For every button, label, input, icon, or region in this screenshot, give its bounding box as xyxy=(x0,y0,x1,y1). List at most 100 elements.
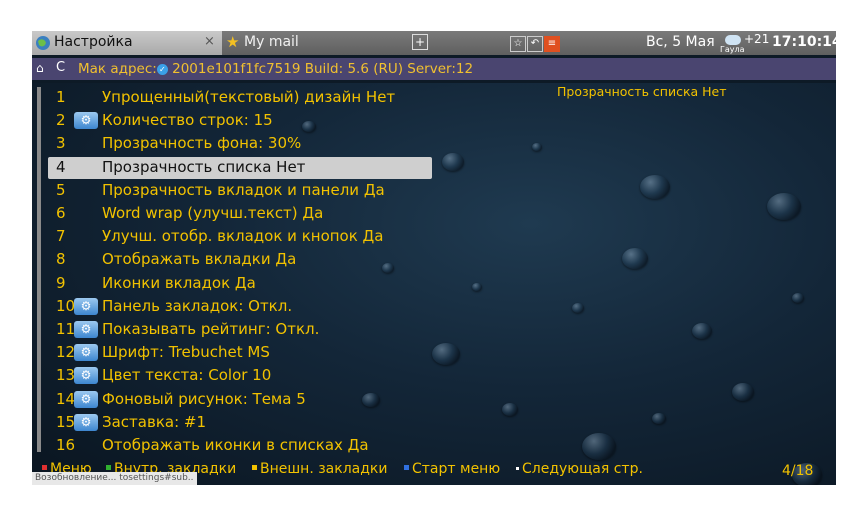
temperature: +21 xyxy=(744,32,770,46)
date-label: Вс, 5 Мая xyxy=(646,34,715,50)
setting-row[interactable]: 9 Иконки вкладок Да xyxy=(48,273,432,295)
dot-icon xyxy=(516,467,519,470)
next-page-button[interactable]: Следующая стр. xyxy=(516,461,643,477)
raindrop xyxy=(622,248,648,269)
setting-row[interactable]: 2 ⚙ Количество строк: 15 xyxy=(48,110,432,132)
setting-row[interactable]: 8 Отображать вкладки Да xyxy=(48,249,432,271)
rss-icon[interactable]: ≡ xyxy=(544,36,560,52)
raindrop xyxy=(472,283,482,291)
start-menu-label: Старт меню xyxy=(412,461,501,477)
home-icon[interactable]: ⌂ xyxy=(36,61,44,75)
new-tab-button[interactable]: + xyxy=(412,34,428,50)
tab-title: Настройка xyxy=(54,34,133,50)
setting-row[interactable]: 13 ⚙ Цвет текста: Color 10 xyxy=(48,365,432,387)
raindrop xyxy=(502,403,518,416)
setting-row[interactable]: 5 Прозрачность вкладок и панели Да xyxy=(48,180,432,202)
row-label: Word wrap (улучш.текст) Да xyxy=(102,204,324,222)
row-number: 11 xyxy=(56,320,76,338)
external-bookmarks-label: Внешн. закладки xyxy=(260,461,388,477)
weather-city: Гаула xyxy=(720,45,745,54)
row-label: Улучш. отобр. вкладок и кнопок Да xyxy=(102,227,384,245)
selected-preview: Прозрачность списка Нет xyxy=(557,84,727,99)
row-number: 8 xyxy=(56,250,66,268)
globe-icon xyxy=(36,36,50,50)
row-label: Прозрачность вкладок и панели Да xyxy=(102,181,385,199)
row-number: 15 xyxy=(56,413,76,431)
row-number: 9 xyxy=(56,274,66,292)
tab-title: My mail xyxy=(244,34,299,50)
setting-row[interactable]: 6 Word wrap (улучш.текст) Да xyxy=(48,203,432,225)
mac-value: 2001e101f1fc7519 Build: 5.6 (RU) Server:… xyxy=(172,61,474,77)
row-number: 10 xyxy=(56,297,76,315)
row-label: Количество строк: 15 xyxy=(102,111,273,129)
raindrop xyxy=(582,433,616,460)
row-number: 12 xyxy=(56,343,76,361)
raindrop xyxy=(652,413,666,424)
raindrop xyxy=(732,383,754,401)
red-key-icon xyxy=(42,465,47,470)
setting-row[interactable]: 12 ⚙ Шрифт: Trebuchet MS xyxy=(48,342,432,364)
tab-settings[interactable]: Настройка × xyxy=(32,31,222,55)
gear-icon: ⚙ xyxy=(74,298,98,315)
external-bookmarks-button[interactable]: Внешн. закладки xyxy=(252,461,387,477)
row-number: 7 xyxy=(56,227,66,245)
row-label: Прозрачность списка Нет xyxy=(102,158,306,176)
tab-bar: Настройка × ★ My mail + ☆ ↶ ≡ Вс, 5 Мая Га… xyxy=(32,31,836,55)
gear-icon: ⚙ xyxy=(74,321,98,338)
raindrop xyxy=(432,343,460,365)
row-label: Отображать вкладки Да xyxy=(102,250,297,268)
row-number: 3 xyxy=(56,134,66,152)
browser-screen: Настройка × ★ My mail + ☆ ↶ ≡ Вс, 5 Мая Га… xyxy=(32,31,836,485)
raindrop xyxy=(767,193,801,220)
mac-label: Мак адрес: xyxy=(78,61,157,77)
row-label: Прозрачность фона: 30% xyxy=(102,134,302,152)
raindrop xyxy=(640,175,670,199)
row-number: 2 xyxy=(56,111,66,129)
scrollbar[interactable] xyxy=(37,87,41,452)
row-label: Панель закладок: Откл. xyxy=(102,297,293,315)
reload-icon[interactable]: C xyxy=(56,60,65,75)
address-bar: ⌂ C Мак адрес: ✓ 2001e101f1fc7519 Build: … xyxy=(32,58,836,80)
bookmark-star-icon[interactable]: ☆ xyxy=(510,36,526,52)
weather-cloud-icon xyxy=(725,35,741,45)
setting-row[interactable]: 11 ⚙ Показывать рейтинг: Откл. xyxy=(48,319,432,341)
next-page-label: Следующая стр. xyxy=(522,461,643,477)
raindrop xyxy=(532,143,542,151)
row-label: Фоновый рисунок: Тема 5 xyxy=(102,390,306,408)
tab-my-mail[interactable]: ★ My mail xyxy=(224,31,394,55)
setting-row[interactable]: 7 Улучш. отобр. вкладок и кнопок Да xyxy=(48,226,432,248)
row-number: 6 xyxy=(56,204,66,222)
start-menu-button[interactable]: Старт меню xyxy=(404,461,500,477)
setting-row[interactable]: 16 Отображать иконки в списках Да xyxy=(48,435,432,457)
back-icon[interactable]: ↶ xyxy=(527,36,543,52)
close-icon[interactable]: × xyxy=(204,34,215,49)
toolbar-icons: ☆ ↶ ≡ xyxy=(510,34,561,52)
gear-icon: ⚙ xyxy=(74,414,98,431)
blue-key-icon xyxy=(404,465,409,470)
status-bar: Возобновление... tosettings#sub.. xyxy=(32,472,197,485)
setting-row[interactable]: 3 Прозрачность фона: 30% xyxy=(48,133,432,155)
gear-icon: ⚙ xyxy=(74,344,98,361)
row-number: 5 xyxy=(56,181,66,199)
setting-row[interactable]: 4 Прозрачность списка Нет xyxy=(48,157,432,179)
setting-row[interactable]: 15 ⚙ Заставка: #1 xyxy=(48,412,432,434)
raindrop xyxy=(442,153,464,171)
row-number: 14 xyxy=(56,390,76,408)
row-label: Шрифт: Trebuchet MS xyxy=(102,343,270,361)
yellow-key-icon xyxy=(252,465,257,470)
gear-icon: ⚙ xyxy=(74,112,98,129)
device-info: Мак адрес: ✓ 2001e101f1fc7519 Build: 5.6 … xyxy=(78,61,473,77)
raindrop xyxy=(572,303,584,313)
row-label: Иконки вкладок Да xyxy=(102,274,256,292)
row-number: 16 xyxy=(56,436,76,454)
row-label: Цвет текста: Color 10 xyxy=(102,366,272,384)
row-number: 1 xyxy=(56,88,66,106)
row-number: 4 xyxy=(56,158,66,176)
setting-row[interactable]: 1 Упрощенный(текстовый) дизайн Нет xyxy=(48,87,432,109)
setting-row[interactable]: 14 ⚙ Фоновый рисунок: Тема 5 xyxy=(48,389,432,411)
gear-icon: ⚙ xyxy=(74,367,98,384)
row-label: Заставка: #1 xyxy=(102,413,207,431)
setting-row[interactable]: 10 ⚙ Панель закладок: Откл. xyxy=(48,296,432,318)
raindrop xyxy=(792,293,804,303)
green-key-icon xyxy=(106,465,111,470)
